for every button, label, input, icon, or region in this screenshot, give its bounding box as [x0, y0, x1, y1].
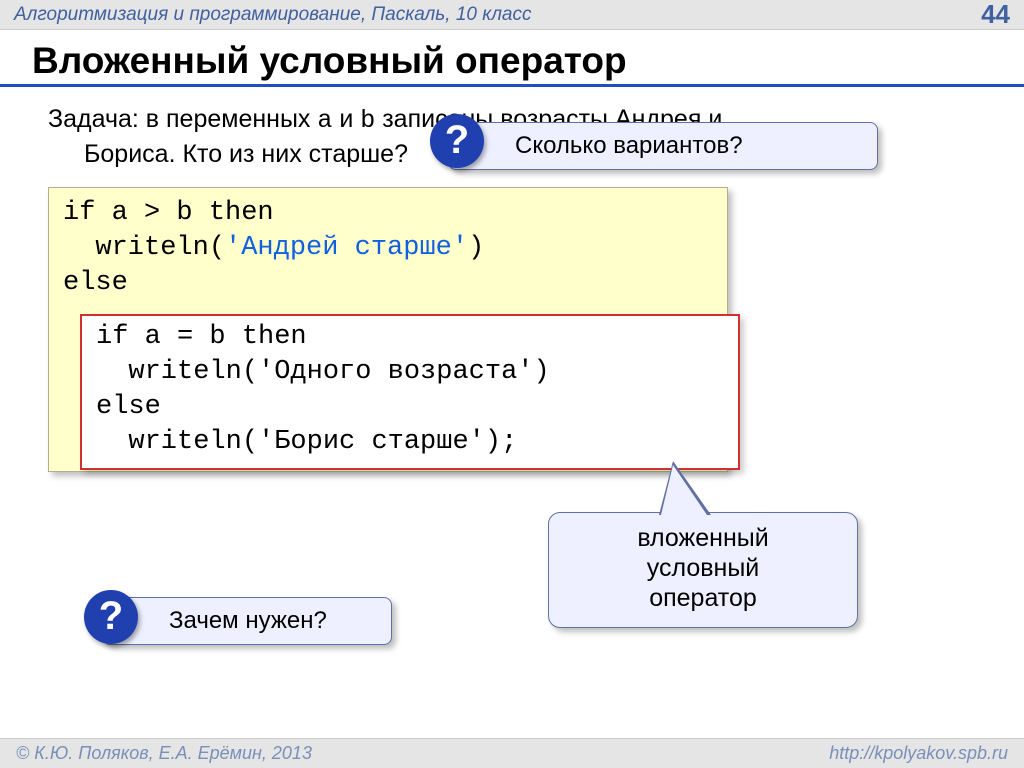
bubble-line-2: условный: [563, 553, 843, 583]
slide-title: Вложенный условный оператор: [0, 30, 1024, 87]
callout-variants-text: Сколько вариантов?: [515, 132, 743, 160]
source-url: http://kpolyakov.spb.ru: [829, 743, 1008, 764]
code-block-nested: if a = b then writeln('Одного возраста')…: [80, 314, 740, 470]
var-a: a: [317, 106, 332, 135]
code-line-1: if a > b then: [63, 196, 713, 231]
callout-why-text: Зачем нужен?: [169, 607, 327, 635]
annotation-bubble: вложенный условный оператор: [548, 512, 858, 628]
nested-line-2: writeln('Одного возраста'): [96, 355, 724, 390]
task-text-mid: и: [332, 105, 360, 133]
var-b: b: [360, 106, 375, 135]
copyright-text: © К.Ю. Поляков, Е.А. Ерёмин, 2013: [16, 743, 312, 764]
page-number: 44: [981, 0, 1010, 30]
question-icon: ?: [84, 590, 138, 644]
code-line-2: writeln('Андрей старше'): [63, 231, 713, 266]
question-icon: ?: [430, 114, 484, 168]
question-mark: ?: [99, 594, 123, 639]
callout-why: Зачем нужен?: [102, 597, 392, 645]
code-line-3: else: [63, 266, 713, 301]
question-mark: ?: [445, 118, 469, 163]
nested-line-3: else: [96, 390, 724, 425]
bubble-line-3: оператор: [563, 583, 843, 613]
task-label: Задача:: [48, 105, 139, 133]
task-text-1: в переменных: [139, 105, 318, 133]
bubble-line-1: вложенный: [563, 523, 843, 553]
footer-bar: © К.Ю. Поляков, Е.А. Ерёмин, 2013 http:/…: [0, 738, 1024, 768]
nested-line-4: writeln('Борис старше');: [96, 425, 724, 460]
header-bar: Алгоритмизация и программирование, Паска…: [0, 0, 1024, 30]
course-label: Алгоритмизация и программирование, Паска…: [14, 4, 532, 26]
callout-variants: Сколько вариантов?: [448, 122, 878, 170]
nested-line-1: if a = b then: [96, 320, 724, 355]
